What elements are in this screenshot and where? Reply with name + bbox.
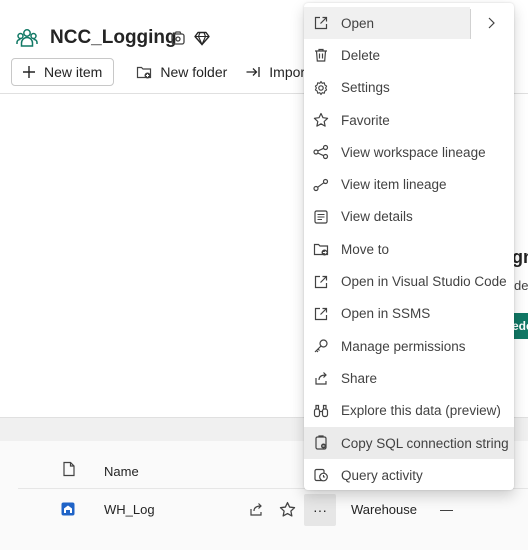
menu-item-open-ssms[interactable]: Open in SSMS	[304, 298, 514, 330]
menu-item-label: Manage permissions	[341, 338, 466, 354]
table-row[interactable]: WH_Log ··· Warehouse —	[18, 490, 528, 530]
menu-item-copy-sql-connection[interactable]: Copy SQL connection string	[304, 426, 514, 460]
workspace-group-icon	[16, 29, 38, 47]
query-activity-icon	[312, 466, 330, 484]
open-external-icon	[312, 305, 330, 323]
menu-item-query-activity[interactable]: Query activity	[304, 459, 514, 491]
split-separator	[470, 9, 471, 39]
lineage-icon	[312, 143, 330, 161]
plus-icon	[23, 66, 35, 78]
share-icon	[312, 369, 330, 387]
item-type: Warehouse	[351, 502, 417, 517]
item-owner-placeholder: —	[440, 502, 453, 517]
menu-item-view-item-lineage[interactable]: View item lineage	[304, 168, 514, 200]
menu-item-open-vscode[interactable]: Open in Visual Studio Code	[304, 265, 514, 297]
workspace-title: NCC_Logging	[50, 27, 177, 48]
warehouse-icon	[61, 502, 75, 516]
item-name[interactable]: WH_Log	[104, 502, 155, 517]
menu-item-label: Favorite	[341, 112, 390, 128]
item-lineage-icon	[312, 176, 330, 194]
menu-item-settings[interactable]: Settings	[304, 72, 514, 104]
file-type-icon	[63, 461, 75, 477]
binoculars-icon	[312, 402, 330, 420]
share-icon[interactable]	[248, 501, 264, 517]
menu-item-label: Copy SQL connection string	[341, 435, 509, 451]
gear-icon	[312, 79, 330, 97]
new-folder-button[interactable]: New folder	[136, 58, 227, 86]
folder-add-icon	[137, 66, 152, 79]
key-icon	[312, 337, 330, 355]
new-item-button[interactable]: New item	[11, 58, 115, 86]
menu-item-view-workspace-lineage[interactable]: View workspace lineage	[304, 136, 514, 168]
menu-item-label: View details	[341, 209, 413, 225]
menu-item-share[interactable]: Share	[304, 362, 514, 394]
premium-diamond-icon[interactable]	[194, 30, 210, 46]
menu-item-label: Settings	[341, 80, 390, 96]
menu-item-move-to[interactable]: Move to	[304, 233, 514, 265]
menu-item-label: Query activity	[341, 467, 423, 483]
workspace-toolbar: New item New folder Import	[11, 58, 309, 86]
menu-item-label: Explore this data (preview)	[341, 403, 501, 419]
import-button[interactable]: Import	[245, 58, 309, 86]
details-icon	[312, 208, 330, 226]
workspace-identity-icon[interactable]	[170, 30, 186, 46]
menu-item-label: Open	[341, 15, 375, 31]
menu-item-label: Move to	[341, 241, 390, 257]
more-options-button[interactable]: ···	[304, 494, 336, 526]
promo-text-partial: des	[514, 278, 528, 293]
menu-item-manage-permissions[interactable]: Manage permissions	[304, 330, 514, 362]
open-external-icon	[312, 14, 330, 32]
menu-item-label: View item lineage	[341, 177, 447, 193]
menu-item-view-details[interactable]: View details	[304, 201, 514, 233]
menu-item-label: Open in Visual Studio Code	[341, 274, 507, 290]
menu-item-favorite[interactable]: Favorite	[304, 104, 514, 136]
menu-item-open[interactable]: Open	[304, 7, 470, 40]
menu-item-delete[interactable]: Delete	[304, 39, 514, 71]
open-external-icon	[312, 273, 330, 291]
folder-move-icon	[312, 240, 330, 258]
star-icon	[312, 111, 330, 129]
favorite-star-icon[interactable]	[279, 501, 296, 518]
promo-heading-partial: gn	[512, 247, 528, 267]
chevron-right-icon[interactable]	[486, 16, 496, 30]
copy-connection-icon	[312, 434, 330, 452]
new-item-label: New item	[44, 64, 103, 80]
new-folder-label: New folder	[160, 64, 228, 80]
menu-item-explore-data[interactable]: Explore this data (preview)	[304, 395, 514, 427]
menu-item-label: View workspace lineage	[341, 144, 486, 160]
trash-icon	[312, 46, 330, 64]
menu-item-label: Open in SSMS	[341, 306, 431, 322]
menu-item-label: Delete	[341, 47, 381, 63]
menu-item-label: Share	[341, 370, 378, 386]
column-header-name[interactable]: Name	[104, 464, 139, 479]
context-menu: Open Delete Settings Favorite View works…	[304, 3, 514, 490]
import-arrow-icon	[246, 67, 260, 77]
